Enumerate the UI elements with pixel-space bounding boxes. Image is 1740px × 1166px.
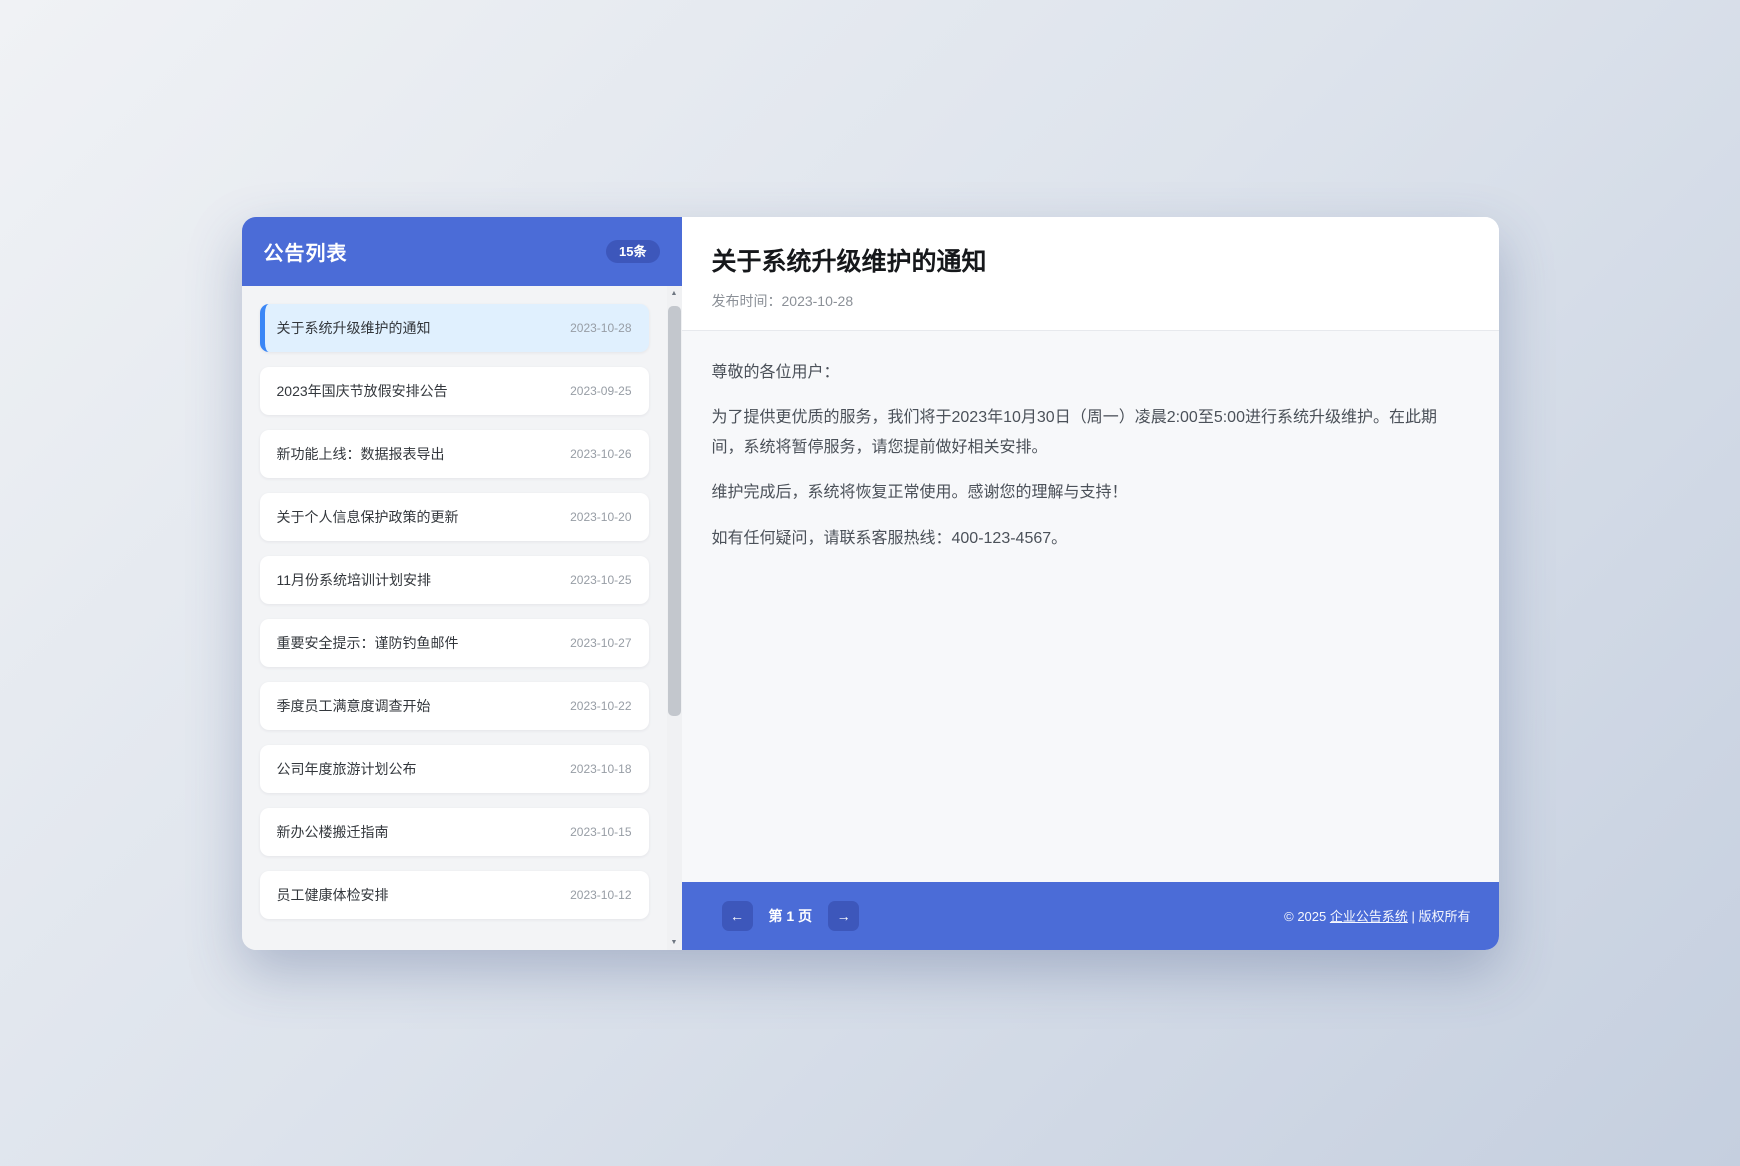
list-item-title: 重要安全提示：谨防钓鱼邮件 [277, 633, 459, 653]
announcement-list[interactable]: 关于系统升级维护的通知 2023-10-28 2023年国庆节放假安排公告 20… [242, 286, 682, 950]
scrollbar[interactable]: ▲ ▼ [667, 286, 682, 950]
list-item[interactable]: 季度员工满意度调查开始 2023-10-22 [260, 682, 649, 730]
sidebar: 公告列表 15条 关于系统升级维护的通知 2023-10-28 2023年国庆节… [242, 217, 682, 950]
scrollbar-up-icon[interactable]: ▲ [667, 286, 682, 301]
footer: ← 第 1 页 → © 2025 企业公告系统 | 版权所有 [682, 882, 1499, 950]
detail-header: 关于系统升级维护的通知 发布时间：2023-10-28 [682, 217, 1499, 331]
copyright: © 2025 企业公告系统 | 版权所有 [1284, 906, 1470, 925]
list-item[interactable]: 新办公楼搬迁指南 2023-10-15 [260, 808, 649, 856]
prev-page-button[interactable]: ← [722, 901, 753, 931]
copyright-prefix: © 2025 [1284, 909, 1330, 924]
list-item-date: 2023-10-15 [570, 825, 631, 839]
list-item-title: 公司年度旅游计划公布 [277, 759, 417, 779]
list-item-title: 11月份系统培训计划安排 [277, 570, 432, 590]
list-item[interactable]: 11月份系统培训计划安排 2023-10-25 [260, 556, 649, 604]
list-item-date: 2023-10-22 [570, 699, 631, 713]
list-item[interactable]: 2023年国庆节放假安排公告 2023-09-25 [260, 367, 649, 415]
scrollbar-down-icon[interactable]: ▼ [667, 935, 682, 950]
list-item[interactable]: 公司年度旅游计划公布 2023-10-18 [260, 745, 649, 793]
list-item[interactable]: 员工健康体检安排 2023-10-12 [260, 871, 649, 919]
list-item-title: 新办公楼搬迁指南 [277, 822, 389, 842]
main-panel: 关于系统升级维护的通知 发布时间：2023-10-28 尊敬的各位用户： 为了提供… [682, 217, 1499, 950]
announcement-app-card: 公告列表 15条 关于系统升级维护的通知 2023-10-28 2023年国庆节… [242, 217, 1499, 950]
list-item[interactable]: 重要安全提示：谨防钓鱼邮件 2023-10-27 [260, 619, 649, 667]
list-item[interactable]: 关于个人信息保护政策的更新 2023-10-20 [260, 493, 649, 541]
list-item-date: 2023-10-26 [570, 447, 631, 461]
detail-paragraph: 尊敬的各位用户： [712, 358, 1469, 388]
list-item-date: 2023-10-20 [570, 510, 631, 524]
detail-meta-date: 2023-10-28 [782, 293, 854, 309]
detail-meta: 发布时间：2023-10-28 [712, 291, 1469, 311]
copyright-suffix: | 版权所有 [1408, 909, 1471, 924]
list-item-date: 2023-10-18 [570, 762, 631, 776]
count-badge: 15条 [606, 240, 659, 263]
list-item-date: 2023-10-28 [570, 321, 631, 335]
list-item-date: 2023-10-12 [570, 888, 631, 902]
list-item[interactable]: 新功能上线：数据报表导出 2023-10-26 [260, 430, 649, 478]
list-item-title: 2023年国庆节放假安排公告 [277, 381, 448, 401]
list-item-date: 2023-10-27 [570, 636, 631, 650]
list-item-title: 员工健康体检安排 [277, 885, 389, 905]
copyright-link[interactable]: 企业公告系统 [1330, 909, 1408, 924]
list-item-date: 2023-10-25 [570, 573, 631, 587]
detail-paragraph: 为了提供更优质的服务，我们将于2023年10月30日（周一）凌晨2:00至5:0… [712, 403, 1469, 462]
page-indicator: 第 1 页 [769, 906, 813, 926]
list-item-date: 2023-09-25 [570, 384, 631, 398]
detail-paragraph: 如有任何疑问，请联系客服热线：400-123-4567。 [712, 524, 1469, 554]
detail-meta-label: 发布时间： [712, 293, 782, 309]
list-item-title: 新功能上线：数据报表导出 [277, 444, 445, 464]
sidebar-header: 公告列表 15条 [242, 217, 682, 286]
list-item-title: 关于个人信息保护政策的更新 [277, 507, 459, 527]
sidebar-title: 公告列表 [264, 237, 348, 266]
list-item-title: 季度员工满意度调查开始 [277, 696, 431, 716]
list-item[interactable]: 关于系统升级维护的通知 2023-10-28 [260, 304, 649, 352]
next-page-button[interactable]: → [828, 901, 859, 931]
pagination: ← 第 1 页 → [722, 901, 860, 931]
detail-title: 关于系统升级维护的通知 [712, 242, 1469, 278]
list-item-title: 关于系统升级维护的通知 [277, 318, 431, 338]
detail-body: 尊敬的各位用户： 为了提供更优质的服务，我们将于2023年10月30日（周一）凌晨… [682, 331, 1499, 882]
scrollbar-thumb[interactable] [668, 306, 681, 716]
detail-paragraph: 维护完成后，系统将恢复正常使用。感谢您的理解与支持！ [712, 478, 1469, 508]
